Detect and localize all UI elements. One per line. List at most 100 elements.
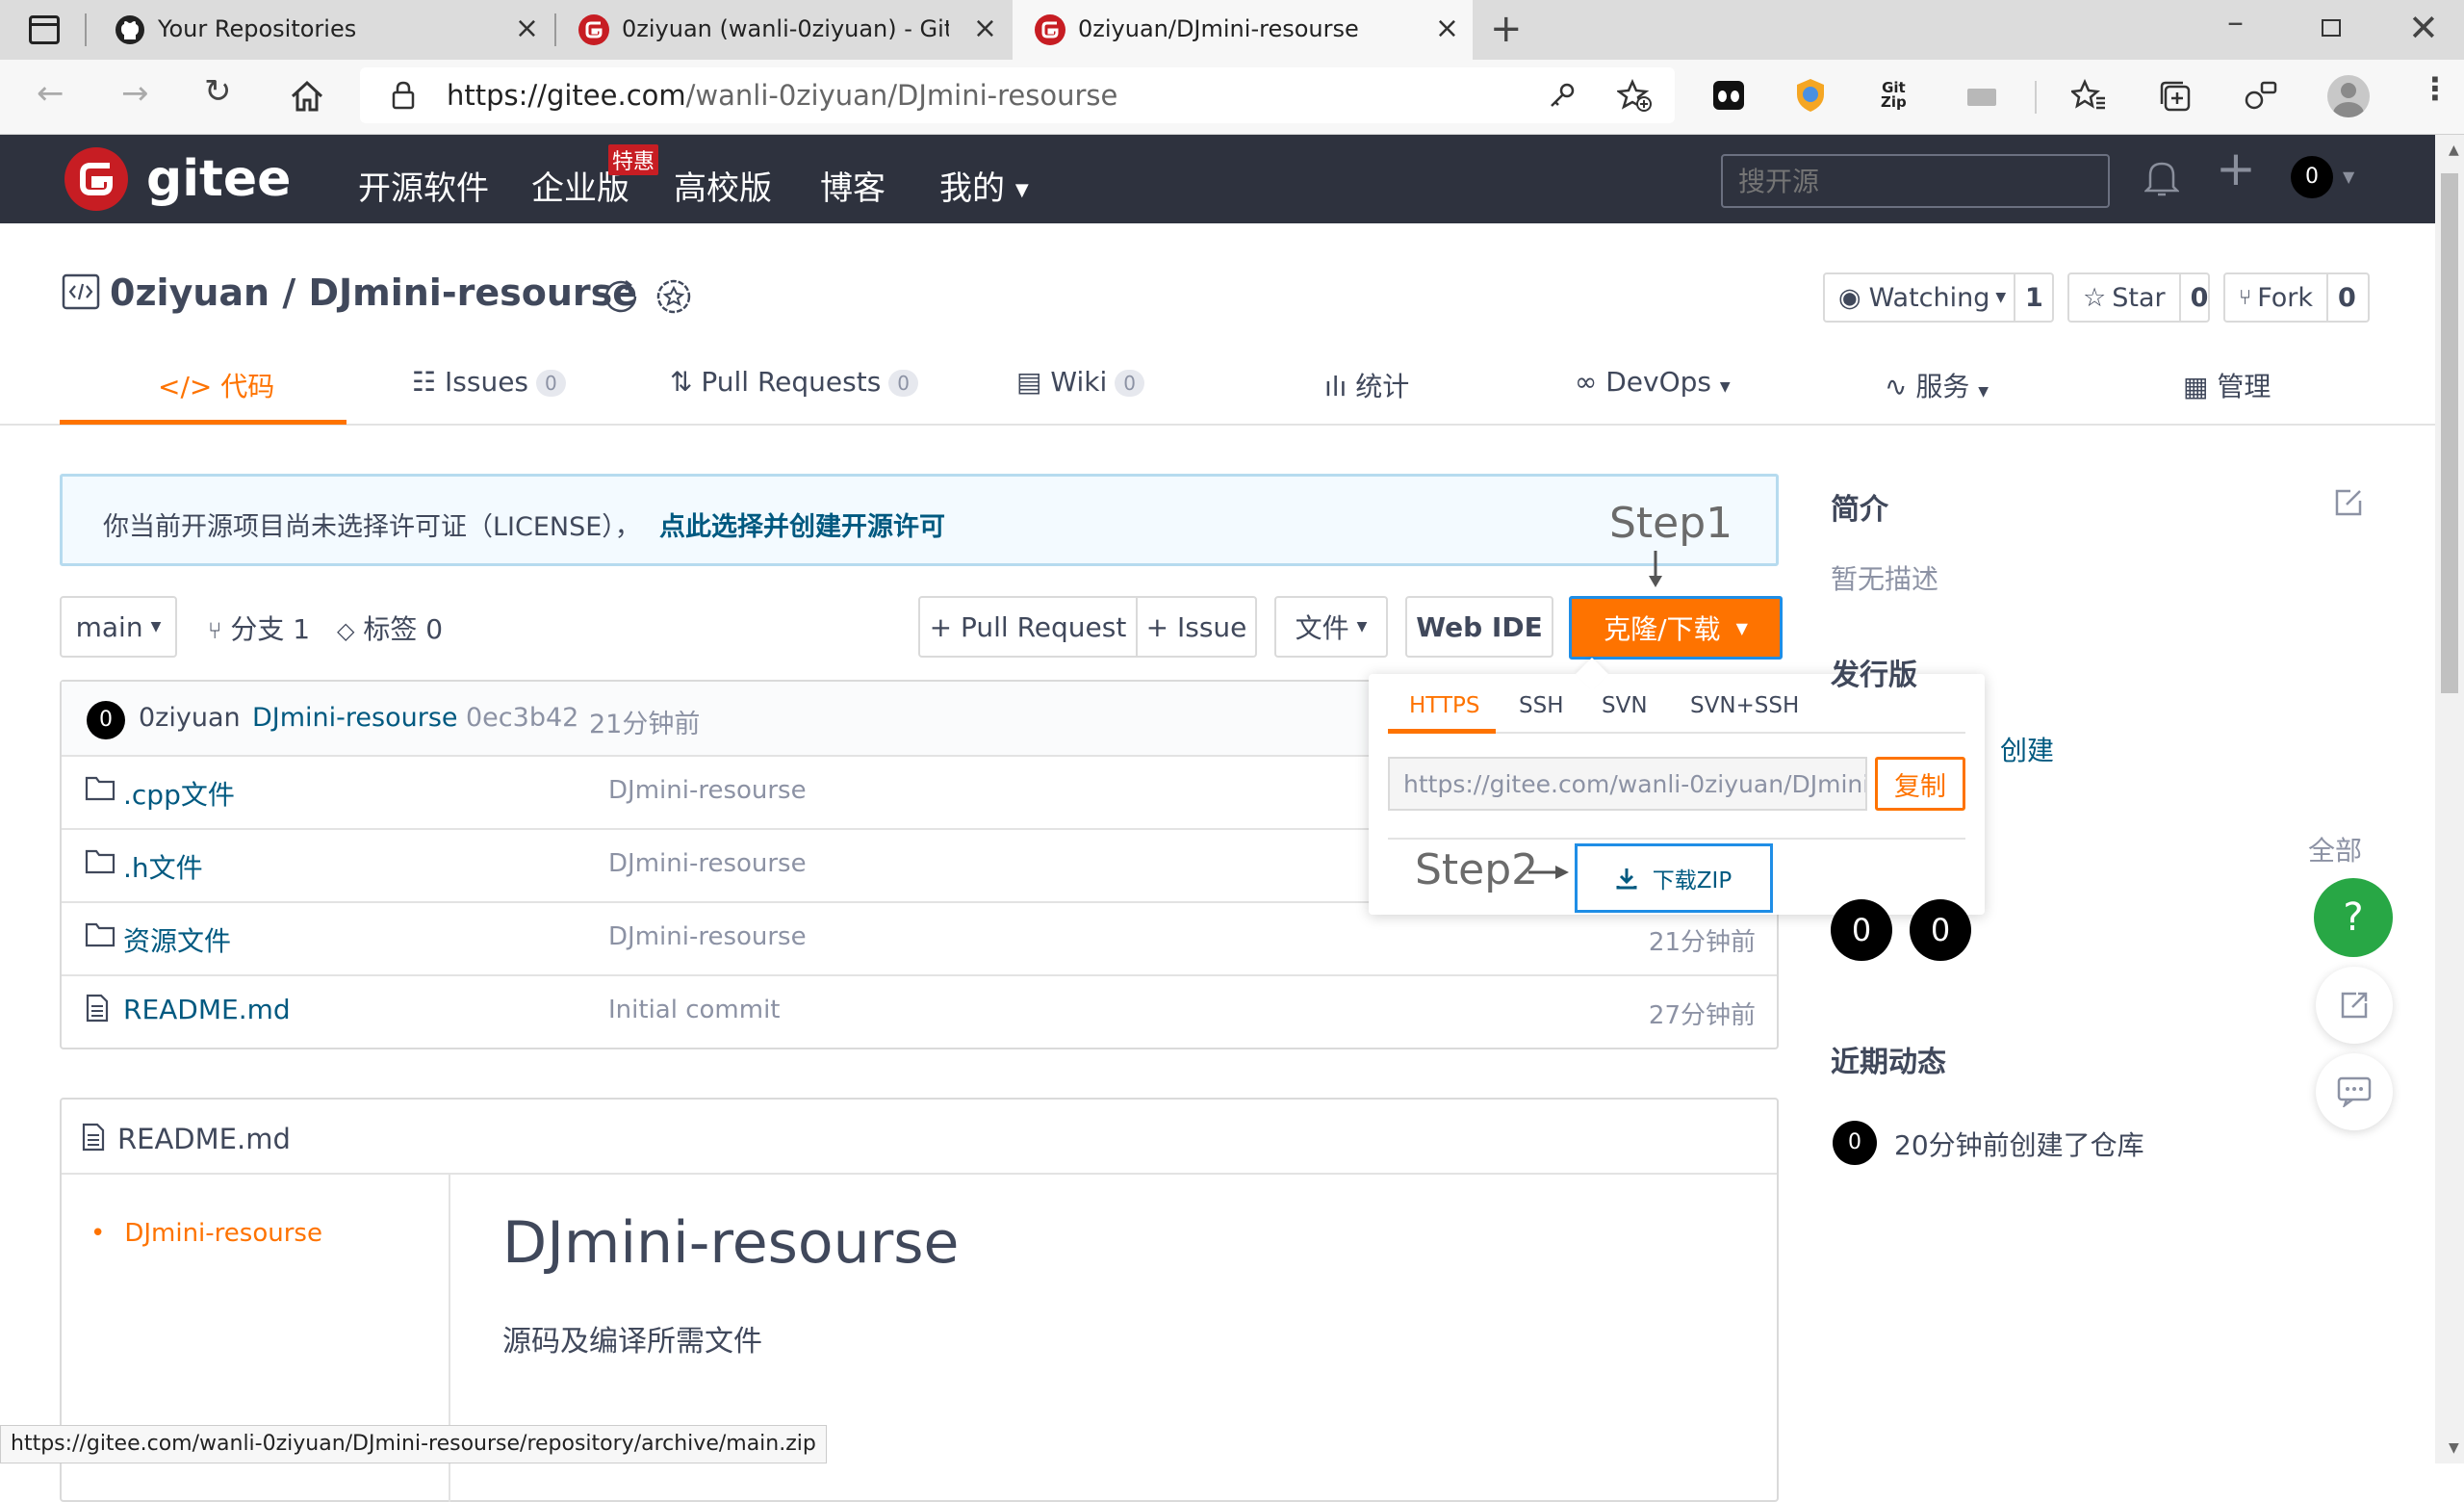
key-icon[interactable] [1548, 81, 1577, 110]
folder-extension-icon[interactable] [1967, 89, 1996, 106]
contributor-avatar[interactable]: 0 [1831, 899, 1892, 961]
commit-repo-link[interactable]: DJmini-resourse [252, 703, 458, 733]
fork-count[interactable]: 0 [2328, 274, 2366, 321]
file-name-link[interactable]: .cpp文件 [123, 774, 235, 813]
share-float-button[interactable] [2316, 967, 2393, 1044]
new-pull-request-button[interactable]: + Pull Request [920, 598, 1138, 656]
nav-open-source[interactable]: 开源软件 [358, 162, 489, 209]
file-name-link[interactable]: README.md [123, 994, 291, 1025]
download-zip-button[interactable]: 下载ZIP [1575, 843, 1773, 913]
file-commit-message[interactable]: Initial commit [608, 996, 780, 1024]
branches-link[interactable]: ⑂ 分支 1 [208, 609, 310, 647]
more-menu-icon[interactable]: ⋮ [2420, 73, 2451, 104]
commit-author-link[interactable]: 0ziyuan [139, 703, 241, 733]
caret-down-icon: ▼ [1719, 379, 1731, 395]
copy-url-button[interactable]: 复制 [1875, 757, 1965, 811]
license-create-link[interactable]: 点此选择并创建开源许可 [659, 505, 945, 543]
tab-stats[interactable]: ılı 统计 [1324, 366, 1409, 404]
clone-tab-svn[interactable]: SVN [1602, 693, 1648, 718]
tab-devops[interactable]: ∞ DevOps ▼ [1575, 366, 1731, 398]
close-tab-icon[interactable]: × [973, 12, 997, 45]
commit-hash-link[interactable]: 0ec3b42 [466, 703, 578, 733]
file-commit-message[interactable]: DJmini-resourse [608, 922, 807, 951]
favorites-icon[interactable] [2071, 79, 2106, 112]
repo-owner-link[interactable]: 0ziyuan [110, 272, 270, 314]
tab-issues[interactable]: ☷ Issues 0 [412, 366, 566, 398]
tab-pull-requests[interactable]: ⇅ Pull Requests 0 [670, 366, 919, 398]
clone-download-button[interactable]: 克隆/下载 ▼ [1569, 596, 1783, 660]
comment-float-button[interactable] [2316, 1053, 2393, 1130]
share-extension-icon[interactable] [2243, 79, 2279, 114]
bell-icon[interactable] [2144, 156, 2179, 198]
browser-tab-repositories[interactable]: Your Repositories × [92, 0, 552, 60]
create-release-link[interactable]: 创建 [2000, 730, 2054, 768]
watch-count[interactable]: 1 [2015, 274, 2053, 321]
user-avatar[interactable]: 0 [2291, 156, 2333, 198]
new-issue-button[interactable]: + Issue [1138, 598, 1255, 656]
edit-icon[interactable] [2333, 487, 2364, 518]
file-row[interactable]: README.md Initial commit 27分钟前 [62, 974, 1777, 1048]
recommend-badge-icon[interactable] [654, 277, 693, 316]
restore-icon[interactable] [2322, 19, 2341, 37]
clone-tab-svn-ssh[interactable]: SVN+SSH [1690, 693, 1799, 718]
contributors-all-link[interactable]: 全部 [2308, 830, 2362, 868]
readme-toc-item[interactable]: • DJmini-resourse [90, 1219, 322, 1248]
star-icon: ☆ [2083, 282, 2107, 313]
help-button[interactable]: ? [2314, 878, 2393, 957]
file-name-link[interactable]: 资源文件 [123, 920, 231, 959]
file-name-link[interactable]: .h文件 [123, 847, 203, 886]
file-menu-button[interactable]: 文件 ▼ [1274, 596, 1388, 658]
file-commit-message[interactable]: DJmini-resourse [608, 776, 807, 805]
new-tab-icon[interactable]: + [1490, 10, 1523, 48]
repo-name-link[interactable]: DJmini-resourse [308, 272, 637, 314]
refresh-icon[interactable]: ↻ [204, 75, 232, 108]
browser-tab-gitee-profile[interactable]: 0ziyuan (wanli-0ziyuan) - Gitee.c × [556, 0, 1011, 60]
clone-url-input[interactable] [1388, 757, 1867, 811]
nav-blog[interactable]: 博客 [820, 162, 886, 209]
shield-extension-icon[interactable] [1794, 77, 1827, 114]
add-favorite-icon[interactable] [1617, 79, 1652, 112]
close-window-icon[interactable]: ✕ [2408, 10, 2439, 46]
web-ide-button[interactable]: Web IDE [1405, 596, 1553, 658]
tag-icon: ◇ [337, 617, 355, 644]
lock-icon[interactable] [391, 81, 416, 110]
home-icon[interactable] [289, 79, 325, 114]
nav-mine[interactable]: 我的 ▼ [939, 162, 1029, 209]
contributor-avatar[interactable]: 0 [1910, 899, 1971, 961]
fork-button-group: ⑂ Fork 0 [2223, 272, 2370, 323]
url-field[interactable]: https://gitee.com/wanli-0ziyuan/DJmini-r… [360, 67, 1675, 123]
star-button[interactable]: ☆ Star [2069, 274, 2181, 321]
commit-avatar[interactable]: 0 [87, 701, 125, 739]
sync-icon[interactable] [601, 277, 641, 316]
branch-select[interactable]: main ▼ [60, 596, 177, 658]
fork-button[interactable]: ⑂ Fork [2225, 274, 2329, 321]
close-tab-icon[interactable]: × [1435, 12, 1459, 45]
forward-icon[interactable]: → [121, 77, 149, 110]
profile-avatar[interactable] [2327, 75, 2370, 117]
activity-avatar[interactable]: 0 [1833, 1121, 1877, 1165]
extension-icon[interactable] [1713, 81, 1744, 110]
nav-education[interactable]: 高校版 [674, 162, 772, 209]
search-input[interactable] [1721, 154, 2110, 208]
tab-services[interactable]: ∿ 服务 ▼ [1885, 366, 1989, 404]
caret-down-icon[interactable]: ▼ [2343, 168, 2354, 186]
collections-icon[interactable] [2158, 79, 2193, 114]
page-scrollbar[interactable]: ▲ ▼ [2435, 135, 2464, 1463]
create-plus-icon[interactable]: + [2216, 144, 2256, 193]
star-count[interactable]: 0 [2181, 274, 2219, 321]
tags-link[interactable]: ◇ 标签 0 [337, 609, 443, 647]
tab-actions-icon[interactable] [29, 15, 60, 44]
watch-button[interactable]: ◉ Watching ▼ [1825, 274, 2015, 321]
gitzip-extension-icon[interactable]: Git Zip [1881, 81, 1907, 110]
minimize-icon[interactable]: – [2227, 6, 2244, 39]
tab-wiki[interactable]: ▤ Wiki 0 [1016, 366, 1144, 398]
close-tab-icon[interactable]: × [515, 12, 539, 45]
gitee-logo[interactable]: gitee [64, 146, 295, 214]
clone-tab-ssh[interactable]: SSH [1519, 693, 1564, 718]
tab-manage[interactable]: ▦ 管理 [2183, 366, 2271, 404]
browser-tab-repo[interactable]: 0ziyuan/DJmini-resourse × [1013, 0, 1473, 60]
back-icon[interactable]: ← [37, 77, 64, 110]
tab-code[interactable]: </> 代码 [158, 366, 274, 404]
clone-tab-https[interactable]: HTTPS [1409, 693, 1479, 718]
file-commit-message[interactable]: DJmini-resourse [608, 849, 807, 878]
